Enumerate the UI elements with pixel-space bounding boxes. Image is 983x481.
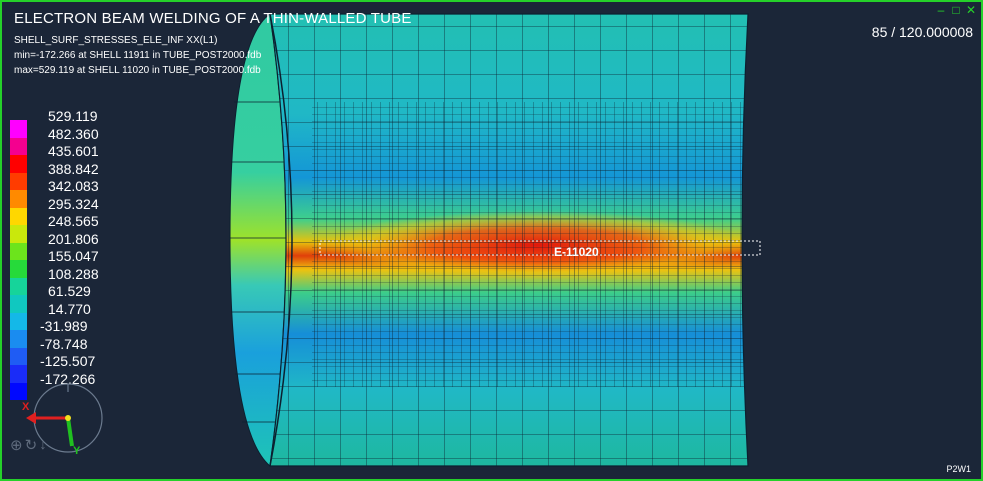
y-axis-arrow	[66, 417, 74, 447]
legend-value: 295.324	[48, 195, 99, 212]
result-type-label: SHELL_SURF_STRESSES_ELE_INF XX(L1)	[14, 35, 218, 46]
model-title: ELECTRON BEAM WELDING OF A THIN-WALLED T…	[14, 10, 412, 27]
legend-swatch	[10, 225, 27, 243]
legend-swatch	[10, 155, 27, 173]
legend-value: 108.288	[48, 265, 99, 282]
legend-swatch	[10, 330, 27, 348]
legend-swatch	[10, 260, 27, 278]
legend-value: 14.770	[48, 300, 91, 317]
legend-value: 388.842	[48, 160, 99, 177]
legend-swatch	[10, 295, 27, 313]
element-label: E-11020	[554, 245, 599, 259]
x-axis-label: X	[22, 401, 30, 413]
legend-swatch	[10, 172, 27, 190]
legend-swatch	[10, 347, 27, 365]
legend-value: -78.748	[40, 335, 88, 352]
legend-swatch	[10, 207, 27, 225]
legend-swatch	[10, 242, 27, 260]
max-value-label: max=529.119 at SHELL 11020 in TUBE_POST2…	[14, 65, 261, 76]
legend-swatch	[10, 312, 27, 330]
pan-icon[interactable]: ↓	[39, 436, 47, 454]
legend-value: 529.119	[48, 108, 98, 124]
legend-swatch	[10, 190, 27, 208]
rotate-icon[interactable]: ↻	[25, 436, 38, 454]
legend-value: 482.360	[48, 125, 99, 142]
legend-value: 248.565	[48, 213, 99, 229]
x-axis-arrowhead	[26, 412, 36, 424]
graphics-viewport[interactable]: ELECTRON BEAM WELDING OF A THIN-WALLED T…	[0, 0, 983, 481]
window-controls: – □ ✕	[935, 4, 977, 16]
legend-value: -125.507	[40, 353, 96, 369]
legend-value: 435.601	[48, 143, 99, 159]
legend-value: -31.989	[40, 318, 88, 334]
close-icon[interactable]: ✕	[965, 4, 977, 16]
y-axis-label: Y	[73, 445, 81, 457]
minimize-icon[interactable]: –	[935, 4, 947, 16]
legend-value: 61.529	[48, 283, 91, 299]
viewport-id: P2W1	[946, 464, 971, 474]
legend-swatch	[10, 120, 27, 138]
view-tools: ⊕ ↻ ↓	[10, 436, 47, 454]
legend-value: 201.806	[48, 230, 99, 247]
legend-swatch	[10, 277, 27, 295]
frame-counter: 85 / 120.000008	[871, 24, 973, 40]
legend-value: 155.047	[48, 248, 99, 264]
zoom-icon[interactable]: ⊕	[10, 436, 23, 454]
maximize-icon[interactable]: □	[950, 4, 962, 16]
min-value-label: min=-172.266 at SHELL 11911 in TUBE_POST…	[14, 50, 262, 61]
legend-swatch	[10, 137, 27, 155]
legend-value: 342.083	[48, 178, 99, 194]
triad-origin	[65, 415, 71, 421]
